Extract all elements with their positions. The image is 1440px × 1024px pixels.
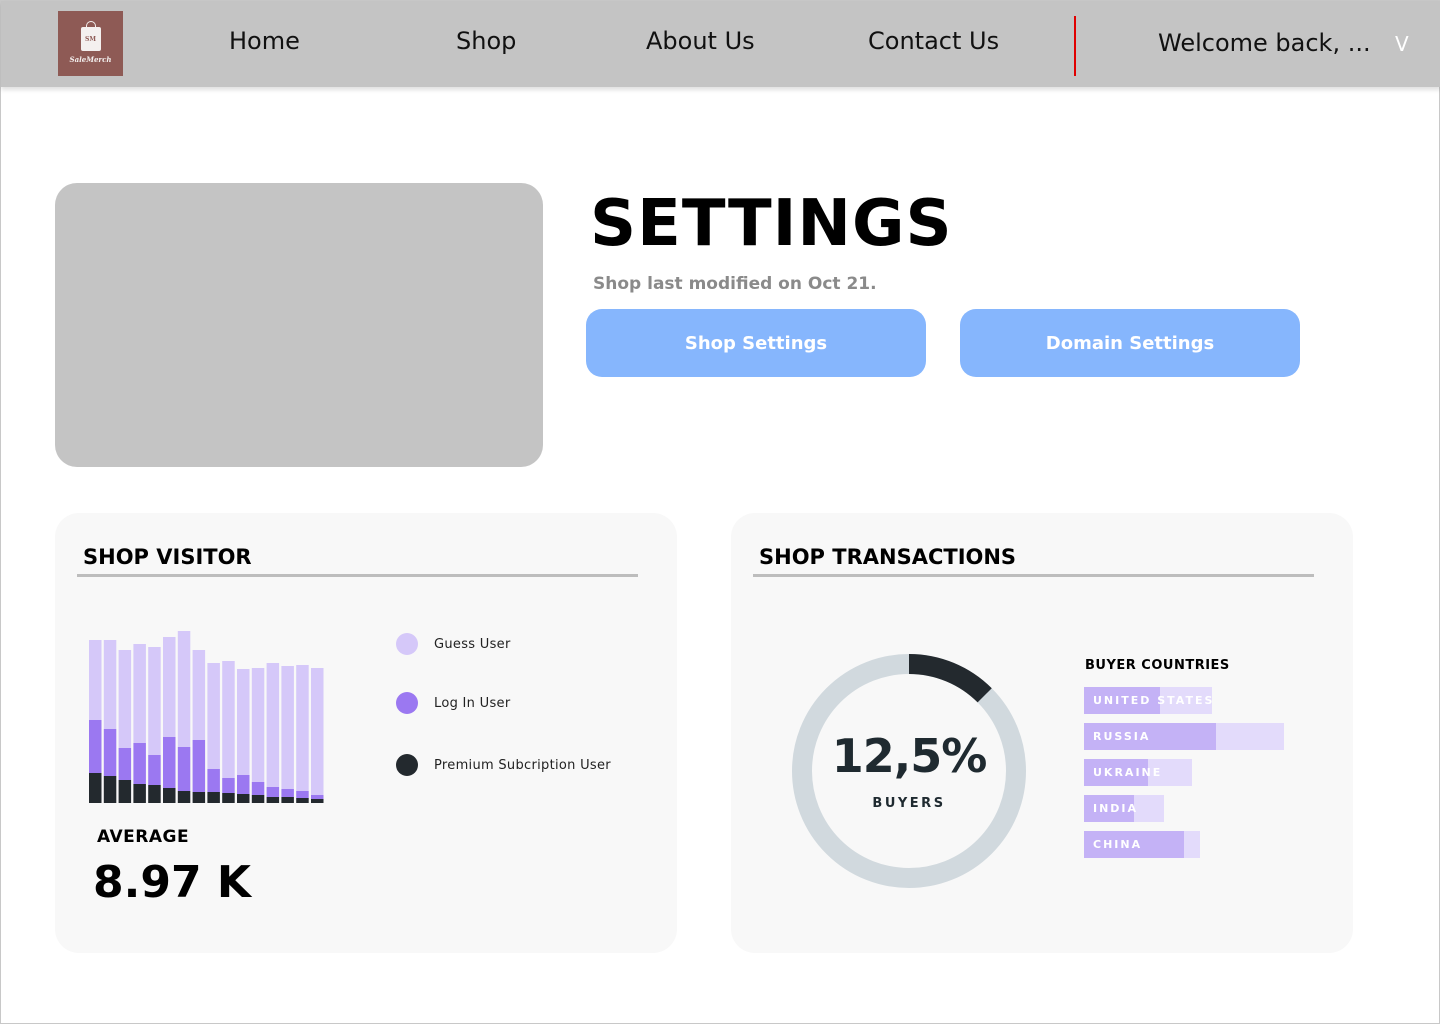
shop-visitor-title: SHOP VISITOR <box>83 545 252 569</box>
bar-guest-segment <box>148 647 161 755</box>
bar-login-segment <box>118 748 132 780</box>
bar-premium-segment <box>133 784 146 803</box>
bar-guest-segment <box>251 668 265 782</box>
country-name: UKRAINE <box>1093 766 1163 779</box>
legend-label: Log In User <box>434 695 511 711</box>
bar-premium-segment <box>118 780 132 803</box>
country-bar-row: INDIA <box>1084 795 1284 822</box>
salemerch-logo[interactable]: SM SaleMerch <box>58 11 123 76</box>
bar-guest-segment <box>192 650 206 740</box>
bar-guest-segment <box>281 666 294 789</box>
bar-login-segment <box>163 737 176 788</box>
nav-link-about-us[interactable]: About Us <box>646 27 755 55</box>
nav-link-contact-us[interactable]: Contact Us <box>868 27 999 55</box>
bar-premium-segment <box>148 785 161 803</box>
average-label: AVERAGE <box>97 827 190 847</box>
bar-login-segment <box>281 789 294 797</box>
buyer-countries-title: BUYER COUNTRIES <box>1085 658 1230 673</box>
legend-dot <box>396 692 418 714</box>
legend-label: Guess User <box>434 636 511 652</box>
country-bar-row: RUSSIA <box>1084 723 1284 750</box>
bar-guest-segment <box>133 644 146 743</box>
legend-item-guess-user: Guess User <box>396 633 511 655</box>
bar-premium-segment <box>177 791 191 803</box>
country-bar-row: UNITED STATES <box>1084 687 1284 714</box>
buyers-percentage: 12,5% <box>831 729 988 783</box>
nav-link-shop[interactable]: Shop <box>456 27 516 55</box>
buyers-label: BUYERS <box>872 796 946 811</box>
buyers-donut-chart: 12,5% BUYERS <box>791 653 1027 889</box>
logo-initials: SM <box>85 35 96 43</box>
domain-settings-button[interactable]: Domain Settings <box>960 309 1300 377</box>
bar-premium-segment <box>222 793 235 803</box>
bar-premium-segment <box>311 799 324 803</box>
country-name: UNITED STATES <box>1093 694 1215 707</box>
bar-guest-segment <box>163 637 176 737</box>
shopping-bag-icon: SM <box>80 21 101 51</box>
top-navbar: SM SaleMerch Home Shop About Us Contact … <box>1 1 1440 87</box>
bar-premium-segment <box>192 792 206 803</box>
bar-premium-segment <box>281 797 294 803</box>
bar-login-segment <box>251 782 265 795</box>
bar-premium-segment <box>103 776 117 803</box>
visitor-stacked-bar-chart <box>89 631 324 803</box>
bar-guest-segment <box>237 669 250 775</box>
nav-divider <box>1074 16 1076 76</box>
shop-banner-image <box>55 183 543 467</box>
country-bar-row: CHINA <box>1084 831 1284 858</box>
country-name: RUSSIA <box>1093 730 1151 743</box>
bar-login-segment <box>103 729 117 776</box>
bar-login-segment <box>311 795 324 799</box>
bar-premium-segment <box>296 798 309 803</box>
bar-guest-segment <box>296 665 309 791</box>
bar-login-segment <box>192 740 206 792</box>
bar-premium-segment <box>266 797 280 803</box>
bar-guest-segment <box>222 661 235 778</box>
card-divider <box>77 574 638 577</box>
bar-guest-segment <box>177 631 191 747</box>
welcome-message: Welcome back, ... <box>1158 29 1371 57</box>
bar-guest-segment <box>266 663 280 787</box>
bar-login-segment <box>133 743 146 784</box>
legend-item-premium-user: Premium Subcription User <box>396 754 611 776</box>
bar-login-segment <box>89 720 102 773</box>
country-bar-row: UKRAINE <box>1084 759 1284 786</box>
nav-link-home[interactable]: Home <box>229 27 300 55</box>
bar-login-segment <box>266 787 280 797</box>
bar-premium-segment <box>207 792 220 803</box>
card-divider <box>753 574 1314 577</box>
bar-premium-segment <box>163 788 176 803</box>
page-title: SETTINGS <box>590 187 953 261</box>
bar-guest-segment <box>89 640 102 720</box>
shop-transactions-title: SHOP TRANSACTIONS <box>759 545 1017 569</box>
bar-premium-segment <box>89 773 102 803</box>
bar-guest-segment <box>311 668 324 795</box>
average-value: 8.97 K <box>93 857 251 908</box>
shop-transactions-card: SHOP TRANSACTIONS 12,5% BUYERS BUYER COU… <box>731 513 1353 953</box>
legend-dot <box>396 633 418 655</box>
bar-login-segment <box>177 747 191 791</box>
legend-item-log-in-user: Log In User <box>396 692 511 714</box>
bar-premium-segment <box>237 794 250 803</box>
bar-guest-segment <box>103 640 117 729</box>
user-menu-chevron-icon[interactable]: V <box>1395 32 1409 56</box>
bar-login-segment <box>148 755 161 785</box>
country-name: INDIA <box>1093 802 1139 815</box>
country-name: CHINA <box>1093 838 1143 851</box>
legend-label: Premium Subcription User <box>434 757 611 773</box>
bar-guest-segment <box>118 650 132 748</box>
shop-visitor-card: SHOP VISITOR Guess User Log In User Prem… <box>55 513 677 953</box>
logo-name: SaleMerch <box>69 55 112 64</box>
legend-dot <box>396 754 418 776</box>
bar-login-segment <box>296 791 309 798</box>
bar-premium-segment <box>251 795 265 803</box>
bar-login-segment <box>207 769 220 792</box>
last-modified-text: Shop last modified on Oct 21. <box>593 274 877 294</box>
bar-guest-segment <box>207 663 220 769</box>
bar-login-segment <box>222 778 235 793</box>
bar-login-segment <box>237 775 250 794</box>
shop-settings-button[interactable]: Shop Settings <box>586 309 926 377</box>
